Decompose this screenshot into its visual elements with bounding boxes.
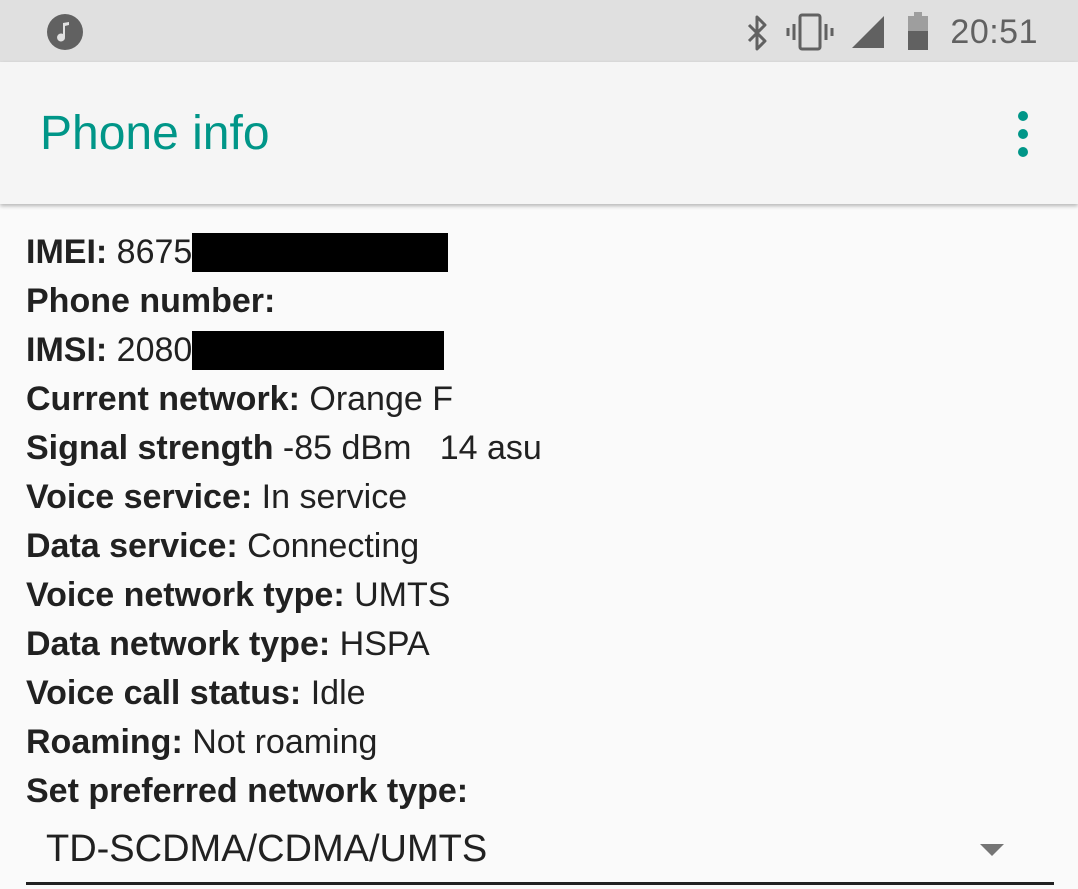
imsi-value: 2080 (116, 331, 193, 369)
phone-number-label: Phone number: (26, 282, 276, 320)
dropdown-arrow-icon (980, 844, 1004, 856)
roaming-row: Roaming: Not roaming (26, 718, 1056, 767)
voice-service-row: Voice service: In service (26, 473, 1056, 522)
app-bar: Phone info (0, 62, 1078, 204)
page-title: Phone info (40, 107, 270, 160)
imei-label: IMEI: (26, 233, 108, 271)
vibrate-icon (786, 13, 834, 51)
signal-strength-label: Signal strength (26, 429, 274, 467)
signal-strength-row: Signal strength -85 dBm 14 asu (26, 424, 1056, 473)
preferred-network-spinner[interactable]: TD-SCDMA/CDMA/UMTS (26, 824, 1054, 885)
redaction-box (192, 330, 445, 370)
current-network-label: Current network: (26, 380, 300, 418)
data-service-label: Data service: (26, 527, 238, 565)
voice-call-status-label: Voice call status: (26, 674, 302, 712)
phone-info-list: IMEI: 8675 Phone number: IMSI: 2080 Curr… (26, 228, 1056, 816)
battery-icon (908, 12, 928, 50)
phone-number-row: Phone number: (26, 277, 1056, 326)
voice-call-status-value: Idle (310, 674, 366, 712)
current-network-value: Orange F (309, 380, 453, 418)
spinner-selected-value: TD-SCDMA/CDMA/UMTS (46, 828, 488, 870)
signal-strength-value: -85 dBm 14 asu (282, 429, 542, 467)
redaction-box (192, 232, 449, 272)
signal-icon (852, 16, 884, 48)
roaming-label: Roaming: (26, 723, 183, 761)
imsi-label: IMSI: (26, 331, 108, 369)
data-network-type-row: Data network type: HSPA (26, 620, 1056, 669)
voice-service-value: In service (261, 478, 408, 516)
voice-network-type-value: UMTS (354, 576, 451, 614)
data-service-value: Connecting (247, 527, 420, 565)
voice-network-type-label: Voice network type: (26, 576, 345, 614)
current-network-row: Current network: Orange F (26, 375, 1056, 424)
voice-call-status-row: Voice call status: Idle (26, 669, 1056, 718)
more-vert-icon[interactable] (1003, 110, 1043, 158)
bluetooth-icon (747, 15, 767, 51)
imsi-row: IMSI: 2080 (26, 326, 1056, 375)
data-network-type-value: HSPA (339, 625, 430, 663)
clock: 20:51 (950, 13, 1038, 51)
voice-service-label: Voice service: (26, 478, 253, 516)
imei-value: 8675 (116, 233, 193, 271)
data-network-type-label: Data network type: (26, 625, 331, 663)
status-bar: 20:51 (0, 0, 1078, 62)
voice-network-type-row: Voice network type: UMTS (26, 571, 1056, 620)
data-service-row: Data service: Connecting (26, 522, 1056, 571)
music-note-icon (47, 14, 83, 50)
preferred-network-row: Set preferred network type: (26, 767, 1056, 816)
imei-row: IMEI: 8675 (26, 228, 1056, 277)
roaming-value: Not roaming (192, 723, 378, 761)
preferred-network-label: Set preferred network type: (26, 772, 469, 810)
